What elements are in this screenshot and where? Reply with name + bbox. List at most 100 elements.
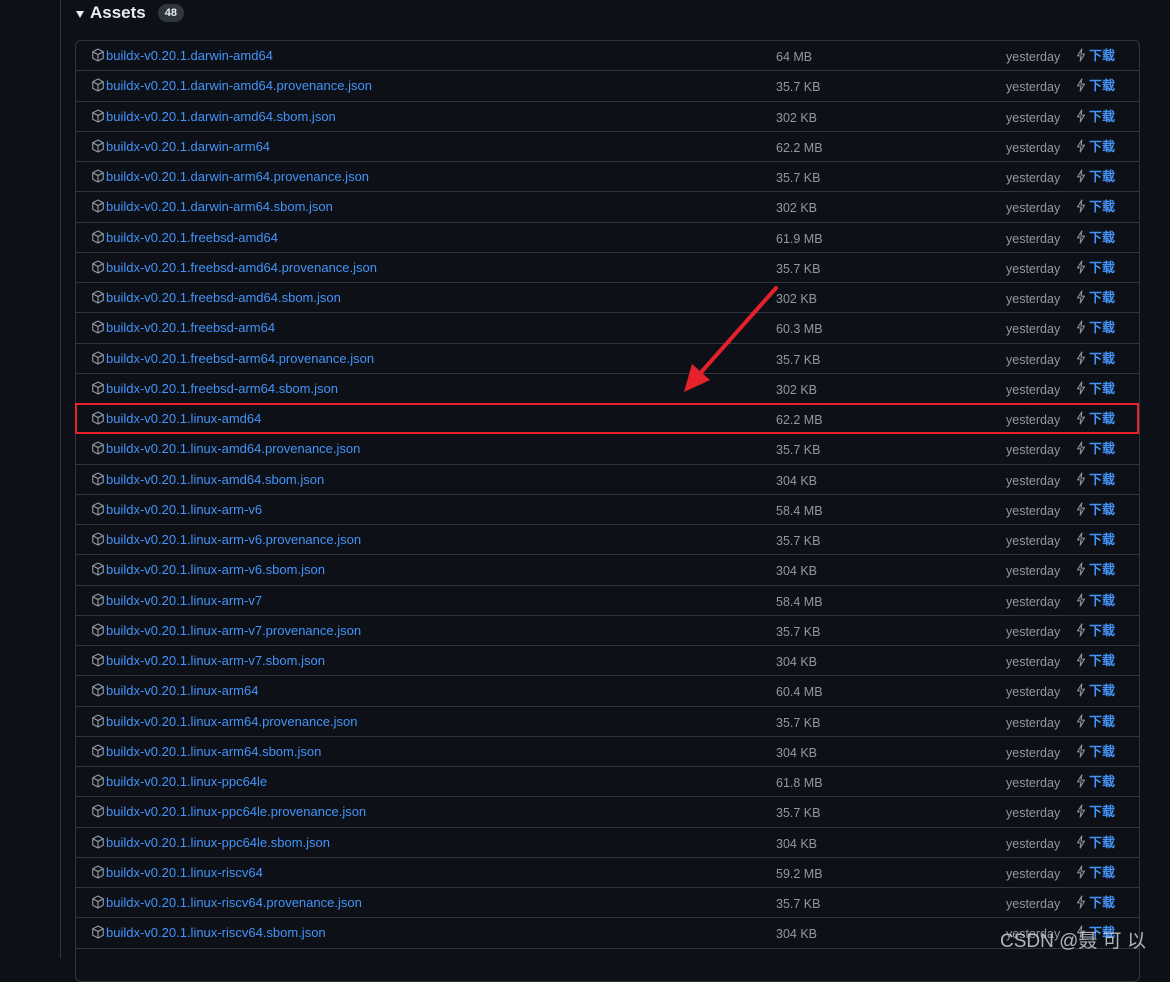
asset-row: buildx-v0.20.1.freebsd-arm64.provenance.… [76,344,1139,374]
package-icon [91,320,105,334]
asset-name-link[interactable]: buildx-v0.20.1.freebsd-arm64 [106,320,275,336]
asset-name-link[interactable]: buildx-v0.20.1.linux-arm-v6.sbom.json [106,562,325,578]
package-icon [91,804,105,818]
asset-name-link[interactable]: buildx-v0.20.1.linux-arm-v7.sbom.json [106,653,325,669]
download-link[interactable]: 下载 [1089,744,1115,760]
asset-date: yesterday [1006,231,1061,246]
asset-date: yesterday [1006,715,1061,730]
zap-icon [1075,865,1087,879]
zap-icon [1075,895,1087,909]
zap-icon [1075,441,1087,455]
download-link[interactable]: 下载 [1089,593,1115,609]
asset-name-link[interactable]: buildx-v0.20.1.linux-arm-v7.provenance.j… [106,623,361,639]
asset-name-link[interactable]: buildx-v0.20.1.linux-arm64 [106,683,258,699]
download-link[interactable]: 下载 [1089,78,1115,94]
package-icon [91,139,105,153]
asset-name-link[interactable]: buildx-v0.20.1.freebsd-arm64.sbom.json [106,381,338,397]
asset-name-link[interactable]: buildx-v0.20.1.linux-amd64 [106,411,261,427]
download-link[interactable]: 下载 [1089,290,1115,306]
asset-name-link[interactable]: buildx-v0.20.1.linux-riscv64.provenance.… [106,895,362,911]
download-link[interactable]: 下载 [1089,623,1115,639]
asset-date: yesterday [1006,201,1061,216]
asset-row: buildx-v0.20.1.linux-arm-v6 58.4 MB yester… [76,495,1139,525]
zap-icon [1075,774,1087,788]
zap-icon [1075,169,1087,183]
asset-name-link[interactable]: buildx-v0.20.1.linux-arm-v6 [106,502,262,518]
asset-name-link[interactable]: buildx-v0.20.1.darwin-arm64.sbom.json [106,199,333,215]
zap-icon [1075,411,1087,425]
asset-row: buildx-v0.20.1.darwin-amd64 64 MB yesterda… [76,41,1139,72]
asset-name-link[interactable]: buildx-v0.20.1.linux-arm64.sbom.json [106,744,321,760]
package-icon [91,774,105,788]
asset-name-link[interactable]: buildx-v0.20.1.darwin-amd64.provenance.j… [106,78,372,94]
zap-icon [1075,229,1087,244]
download-link[interactable]: 下载 [1089,260,1115,276]
download-link[interactable]: 下载 [1089,532,1115,548]
package-icon [91,925,105,939]
asset-row: buildx-v0.20.1.linux-arm64.provenance.js… [76,707,1139,737]
asset-row: buildx-v0.20.1.darwin-arm64 62.2 MB yester… [76,132,1139,162]
asset-name-link[interactable]: buildx-v0.20.1.freebsd-amd64.provenance.… [106,260,377,276]
package-icon [91,623,105,637]
asset-name-link[interactable]: buildx-v0.20.1.darwin-amd64.sbom.json [106,109,336,125]
asset-name-link[interactable]: buildx-v0.20.1.linux-riscv64.sbom.json [106,925,326,941]
asset-name-link[interactable]: buildx-v0.20.1.linux-arm-v6.provenance.j… [106,532,361,548]
asset-name-link[interactable]: buildx-v0.20.1.linux-amd64.sbom.json [106,472,324,488]
zap-icon [1075,653,1087,667]
download-link[interactable]: 下载 [1089,683,1115,699]
download-link[interactable]: 下载 [1089,865,1115,881]
zap-icon [1075,713,1087,728]
asset-row: buildx-v0.20.1.linux-amd64 62.2 MB yesterd… [76,404,1139,435]
download-link[interactable]: 下载 [1089,139,1115,155]
asset-name-link[interactable]: buildx-v0.20.1.linux-arm-v7 [106,593,262,609]
download-link[interactable]: 下载 [1089,835,1115,851]
download-link[interactable]: 下载 [1089,381,1115,397]
asset-row: buildx-v0.20.1.linux-arm-v7.provenance.j… [76,616,1139,646]
download-link[interactable]: 下载 [1089,804,1115,820]
package-icon [91,411,105,425]
download-link[interactable]: 下载 [1089,774,1115,790]
asset-date: yesterday [1006,473,1061,488]
download-link[interactable]: 下载 [1089,441,1115,457]
asset-name-link[interactable]: buildx-v0.20.1.linux-riscv64 [106,865,263,881]
download-link[interactable]: 下载 [1089,653,1115,669]
download-link[interactable]: 下载 [1089,351,1115,367]
download-link[interactable]: 下载 [1089,109,1115,125]
asset-name-link[interactable]: buildx-v0.20.1.freebsd-amd64.sbom.json [106,290,341,306]
asset-row: buildx-v0.20.1.linux-arm-v6.provenance.j… [76,525,1139,556]
asset-name-link[interactable]: buildx-v0.20.1.darwin-arm64.provenance.j… [106,169,369,185]
asset-size: 35.7 KB [776,171,821,185]
assets-summary-toggle[interactable]: Assets 48 [76,2,185,24]
asset-name-link[interactable]: buildx-v0.20.1.freebsd-amd64 [106,230,278,246]
package-icon [91,502,105,516]
asset-name-link[interactable]: buildx-v0.20.1.darwin-amd64 [106,48,273,64]
download-link[interactable]: 下载 [1089,895,1115,911]
asset-size: 58.4 MB [776,503,823,518]
download-link[interactable]: 下载 [1089,48,1115,64]
asset-name-link[interactable]: buildx-v0.20.1.linux-ppc64le [106,774,267,790]
asset-size: 35.7 KB [776,443,821,458]
asset-date: yesterday [1006,594,1061,609]
asset-date: yesterday [1006,382,1061,397]
download-link[interactable]: 下载 [1089,562,1115,578]
download-link[interactable]: 下载 [1089,169,1115,185]
asset-name-link[interactable]: buildx-v0.20.1.linux-amd64.provenance.js… [106,441,360,457]
asset-row: buildx-v0.20.1.linux-arm-v7 58.4 MB yester… [76,586,1139,616]
asset-name-link[interactable]: buildx-v0.20.1.linux-ppc64le.sbom.json [106,835,330,851]
download-link[interactable]: 下载 [1089,199,1115,215]
download-link[interactable]: 下载 [1089,230,1115,246]
download-link[interactable]: 下载 [1089,320,1115,336]
download-link[interactable]: 下载 [1089,411,1115,427]
download-link[interactable]: 下载 [1089,502,1115,518]
asset-name-link[interactable]: buildx-v0.20.1.freebsd-arm64.provenance.… [106,351,374,367]
asset-date: yesterday [1006,806,1061,821]
asset-name-link[interactable]: buildx-v0.20.1.linux-arm64.provenance.js… [106,714,357,730]
download-link[interactable]: 下载 [1089,714,1115,730]
asset-size: 62.2 MB [776,140,823,155]
download-link[interactable]: 下载 [1089,472,1115,488]
asset-size: 302 KB [776,110,818,125]
asset-date: yesterday [1006,564,1061,579]
asset-name-link[interactable]: buildx-v0.20.1.darwin-arm64 [106,139,270,155]
asset-name-link[interactable]: buildx-v0.20.1.linux-ppc64le.provenance.… [106,804,366,820]
zap-icon [1075,78,1087,92]
